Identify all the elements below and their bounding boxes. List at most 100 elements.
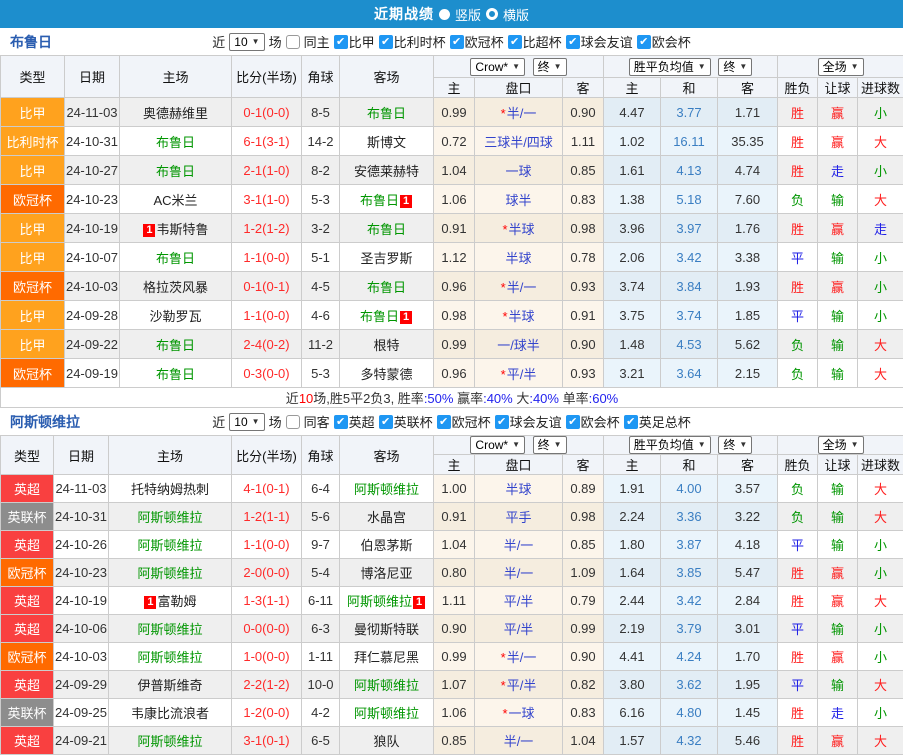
goals-outcome: 大 (858, 359, 903, 388)
chevron-down-icon: ▼ (739, 438, 747, 452)
handicap-outcome-text: 赢 (831, 106, 844, 121)
handicap-outcome: 赢 (818, 214, 858, 243)
avg-odds-select[interactable]: 胜平负均值 ▼ (629, 436, 711, 454)
handicap-outcome-text: 赢 (831, 566, 844, 581)
avg-home-odds-text: 3.75 (619, 308, 644, 323)
avg-draw-odds-text: 5.18 (676, 192, 701, 207)
league-filter[interactable]: ✔英联杯 (379, 412, 433, 431)
match-score-text: 1-1(0-0) (243, 537, 289, 552)
match-score: 0-1(0-1) (232, 272, 302, 301)
avg-draw-odds-text: 3.84 (676, 279, 701, 294)
match-date: 24-10-03 (54, 643, 109, 671)
match-score-text: 1-2(0-0) (243, 705, 289, 720)
match-type-label: 英超 (14, 482, 40, 497)
result-outcome: 负 (778, 330, 818, 359)
recent-count-select[interactable]: 10 ▼ (229, 33, 264, 51)
checkbox-checked-icon[interactable]: ✔ (379, 35, 393, 49)
checkbox-checked-icon[interactable]: ✔ (508, 35, 522, 49)
league-filter[interactable]: ✔欧冠杯 (450, 32, 504, 51)
match-type-label: 英超 (14, 622, 40, 637)
avg-draw-odds-text: 3.97 (676, 221, 701, 236)
away-team: 安德莱赫特 (340, 156, 434, 185)
bookmaker-select[interactable]: Crow* ▼ (470, 58, 525, 76)
col-header-handicap-result: 让球 (818, 455, 858, 475)
handicap-outcome-text: 赢 (831, 734, 844, 749)
handicap-time-select[interactable]: 终 ▼ (533, 58, 567, 76)
layout-option-vertical[interactable]: 竖版 (455, 5, 481, 24)
avg-time-select[interactable]: 终 ▼ (718, 58, 752, 76)
match-score-text: 1-2(1-1) (243, 509, 289, 524)
league-filter[interactable]: ✔英足总杯 (624, 412, 691, 431)
handicap-line-text: 一球 (505, 164, 531, 179)
handicap-line: *半球 (475, 214, 563, 243)
handicap-line-text: 平/半 (504, 622, 534, 637)
away-team-name: 多特蒙德 (360, 367, 412, 382)
checkbox-checked-icon[interactable]: ✔ (437, 415, 451, 429)
summary-segment: 10 (299, 391, 313, 406)
chevron-down-icon: ▼ (851, 60, 859, 74)
radio-unselected-icon[interactable] (486, 8, 498, 20)
checkbox-checked-icon[interactable]: ✔ (566, 35, 580, 49)
league-filter[interactable]: ✔球会友谊 (495, 412, 562, 431)
handicap-outcome: 走 (818, 156, 858, 185)
match-scope-select[interactable]: 全场 ▼ (818, 436, 864, 454)
avg-away-odds: 3.38 (718, 243, 778, 272)
handicap-line: *一球 (475, 699, 563, 727)
handicap-home-odds: 0.80 (434, 559, 475, 587)
col-header-home-odds: 主 (434, 455, 475, 475)
checkbox-checked-icon[interactable]: ✔ (566, 415, 580, 429)
corner-count: 14-2 (302, 127, 340, 156)
handicap-time-select[interactable]: 终 ▼ (533, 436, 567, 454)
bookmaker-select-value: Crow* (475, 60, 508, 74)
corner-count-text: 5-4 (311, 565, 330, 580)
bookmaker-select[interactable]: Crow* ▼ (470, 436, 525, 454)
handicap-away-odds-text: 0.90 (570, 105, 595, 120)
handicap-home-odds: 1.04 (434, 156, 475, 185)
chevron-down-icon: ▼ (698, 438, 706, 452)
home-team: 布鲁日 (120, 359, 232, 388)
avg-time-select[interactable]: 终 ▼ (718, 436, 752, 454)
avg-home-odds: 1.38 (604, 185, 661, 214)
same-venue-checkbox[interactable] (286, 415, 300, 429)
handicap-line: 半球 (475, 475, 563, 503)
league-filter[interactable]: ✔比甲 (334, 32, 375, 51)
league-filter[interactable]: ✔欧会杯 (566, 412, 620, 431)
match-score-text: 6-1(3-1) (243, 134, 289, 149)
chevron-down-icon: ▼ (554, 438, 562, 452)
league-filter[interactable]: ✔球会友谊 (566, 32, 633, 51)
checkbox-checked-icon[interactable]: ✔ (495, 415, 509, 429)
match-date-text: 24-10-31 (55, 509, 107, 524)
match-type: 欧冠杯 (1, 185, 65, 214)
checkbox-checked-icon[interactable]: ✔ (450, 35, 464, 49)
away-team-name: 安德莱赫特 (354, 164, 419, 179)
league-filter[interactable]: ✔英超 (334, 412, 375, 431)
handicap-away-odds-text: 0.90 (570, 649, 595, 664)
avg-home-odds-text: 2.19 (619, 621, 644, 636)
radio-selected-icon[interactable] (439, 9, 450, 20)
league-filter[interactable]: ✔欧会杯 (637, 32, 691, 51)
handicap-outcome: 输 (818, 301, 858, 330)
league-filter[interactable]: ✔比超杯 (508, 32, 562, 51)
league-filter[interactable]: ✔比利时杯 (379, 32, 446, 51)
same-venue-checkbox[interactable] (286, 35, 300, 49)
avg-away-odds-text: 1.45 (735, 705, 760, 720)
checkbox-checked-icon[interactable]: ✔ (637, 35, 651, 49)
avg-odds-select[interactable]: 胜平负均值 ▼ (629, 58, 711, 76)
recent-count-select[interactable]: 10 ▼ (229, 413, 264, 431)
red-card-badge: 1 (143, 224, 155, 237)
checkbox-checked-icon[interactable]: ✔ (334, 415, 348, 429)
goals-outcome: 大 (858, 587, 903, 615)
match-score-text: 2-4(0-2) (243, 337, 289, 352)
checkbox-checked-icon[interactable]: ✔ (624, 415, 638, 429)
match-scope-select[interactable]: 全场 ▼ (818, 58, 864, 76)
away-team: 拜仁慕尼黑 (340, 643, 434, 671)
avg-away-odds-text: 1.93 (735, 279, 760, 294)
checkbox-checked-icon[interactable]: ✔ (379, 415, 393, 429)
handicap-away-odds-text: 0.93 (570, 366, 595, 381)
league-filter[interactable]: ✔欧冠杯 (437, 412, 491, 431)
checkbox-checked-icon[interactable]: ✔ (334, 35, 348, 49)
layout-option-horizontal[interactable]: 横版 (503, 5, 529, 24)
avg-draw-odds: 4.80 (661, 699, 718, 727)
summary-segment: 大 (513, 391, 530, 406)
match-score-text: 0-1(0-1) (243, 279, 289, 294)
